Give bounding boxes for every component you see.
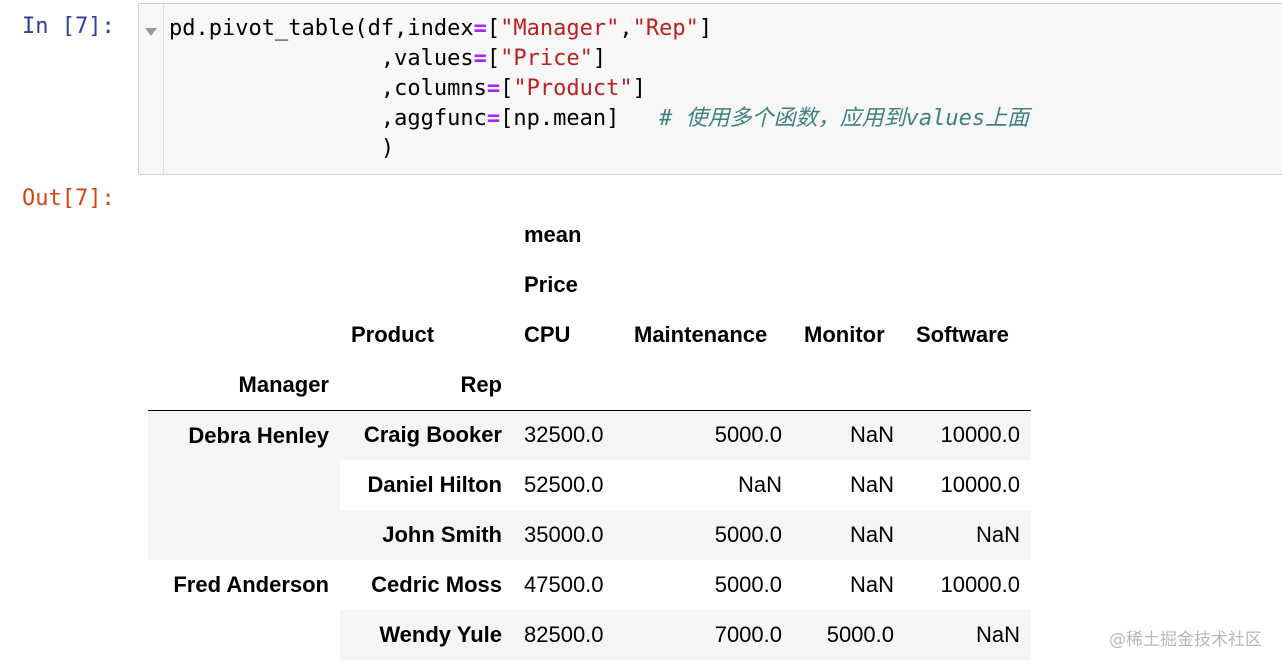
row-rep: Daniel Hilton	[340, 460, 513, 510]
cell-software: NaN	[905, 610, 1031, 660]
cell-maintenance: 5000.0	[623, 510, 793, 560]
code-line-4: ,aggfunc=[np.mean] # 使用多个函数，应用到values上面	[380, 106, 1030, 131]
index-name-rep: Rep	[340, 360, 513, 411]
header-columns-name: Product	[351, 322, 435, 347]
cell-monitor: NaN	[793, 460, 905, 510]
cell-cpu: 35000.0	[513, 510, 623, 560]
code-line-5: )	[380, 136, 395, 161]
row-rep: Cedric Moss	[340, 560, 513, 610]
header-values: Price	[524, 272, 578, 297]
cell-cpu: 52500.0	[513, 460, 623, 510]
output-prompt: Out[7]:	[22, 186, 115, 211]
cell-monitor: NaN	[793, 510, 905, 560]
row-manager: Fred Anderson	[148, 560, 340, 660]
cell-maintenance: 5000.0	[623, 410, 793, 460]
cell-software: 10000.0	[905, 560, 1031, 610]
pivot-table: mean Price Product CPU Maintenance Monit…	[148, 210, 1031, 660]
watermark: @稀土掘金技术社区	[1109, 630, 1262, 650]
cell-maintenance: 5000.0	[623, 560, 793, 610]
row-manager: Debra Henley	[148, 410, 340, 560]
cell-monitor: NaN	[793, 560, 905, 610]
cell-cpu: 82500.0	[513, 610, 623, 660]
cell-software: NaN	[905, 510, 1031, 560]
code-text[interactable]: pd.pivot_table(df,index=["Manager","Rep"…	[169, 14, 1029, 164]
column-header: CPU	[524, 322, 571, 347]
table-row: Debra Henley Craig Booker 32500.0 5000.0…	[148, 410, 1031, 560]
code-comment: # 使用多个函数，应用到values上面	[659, 106, 1030, 131]
cell-maintenance: 7000.0	[623, 610, 793, 660]
cell-cpu: 47500.0	[513, 560, 623, 610]
column-header: Monitor	[804, 322, 885, 347]
row-rep: Craig Booker	[340, 410, 513, 460]
header-row-agg: mean	[148, 210, 1031, 260]
cell-software: 10000.0	[905, 410, 1031, 460]
column-header: Software	[916, 322, 1009, 347]
header-row-values: Price	[148, 260, 1031, 310]
code-line-2: ,values=["Price"]	[380, 46, 607, 71]
cell-cpu: 32500.0	[513, 410, 623, 460]
cell-monitor: NaN	[793, 410, 905, 460]
header-agg-func: mean	[524, 222, 582, 247]
cell-maintenance: NaN	[623, 460, 793, 510]
column-header: Maintenance	[634, 322, 768, 347]
code-line-1: pd.pivot_table(df,index=["Manager","Rep"…	[169, 16, 713, 41]
table-row: Fred Anderson Cedric Moss 47500.0 5000.0…	[148, 560, 1031, 660]
code-editor[interactable]: pd.pivot_table(df,index=["Manager","Rep"…	[138, 3, 1282, 175]
header-row-index-names: Manager Rep	[148, 360, 1031, 411]
input-prompt: In [7]:	[22, 14, 115, 39]
cell-monitor: 5000.0	[793, 610, 905, 660]
cell-software: 10000.0	[905, 460, 1031, 510]
row-rep: John Smith	[340, 510, 513, 560]
row-rep: Wendy Yule	[340, 610, 513, 660]
index-name-manager: Manager	[148, 360, 340, 411]
code-line-3: ,columns=["Product"]	[380, 76, 646, 101]
header-row-columns: Product CPU Maintenance Monitor Software	[148, 310, 1031, 360]
collapse-triangle-icon[interactable]	[145, 28, 157, 36]
code-gutter	[139, 4, 164, 174]
